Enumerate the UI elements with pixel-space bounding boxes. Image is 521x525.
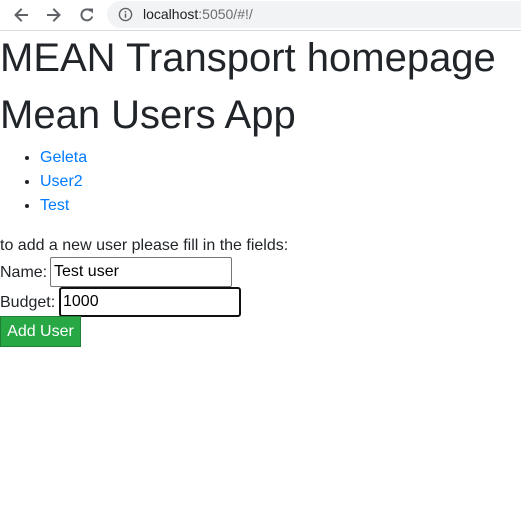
forward-button[interactable]: [42, 3, 66, 27]
back-button[interactable]: [9, 3, 33, 27]
reload-button[interactable]: [75, 3, 99, 27]
info-icon[interactable]: [118, 7, 133, 22]
budget-label: Budget:: [0, 294, 56, 311]
arrow-right-icon: [47, 8, 61, 22]
url-host: localhost: [143, 6, 199, 22]
add-user-button[interactable]: Add User: [0, 316, 81, 347]
list-item: User2: [40, 170, 87, 194]
list-item: Geleta: [40, 146, 87, 170]
url-path: :5050/#!/: [198, 6, 253, 22]
user-link[interactable]: User2: [40, 173, 83, 190]
reload-icon: [80, 8, 94, 22]
name-input[interactable]: [50, 257, 232, 287]
page-content: MEAN Transport homepage Mean Users App G…: [0, 31, 521, 525]
budget-input[interactable]: [59, 287, 241, 317]
user-list: Geleta User2 Test: [0, 146, 87, 218]
list-item: Test: [40, 194, 87, 218]
arrow-left-icon: [14, 8, 28, 22]
url-text[interactable]: localhost:5050/#!/: [143, 6, 253, 23]
browser-toolbar: localhost:5050/#!/: [0, 0, 521, 30]
page-title: MEAN Transport homepage: [0, 36, 496, 80]
user-link[interactable]: Test: [40, 197, 69, 214]
app-title: Mean Users App: [0, 93, 296, 137]
form-instructions: to add a new user please fill in the fie…: [0, 237, 289, 254]
user-link[interactable]: Geleta: [40, 149, 87, 166]
address-bar[interactable]: localhost:5050/#!/: [107, 1, 521, 28]
name-label: Name:: [0, 264, 48, 281]
